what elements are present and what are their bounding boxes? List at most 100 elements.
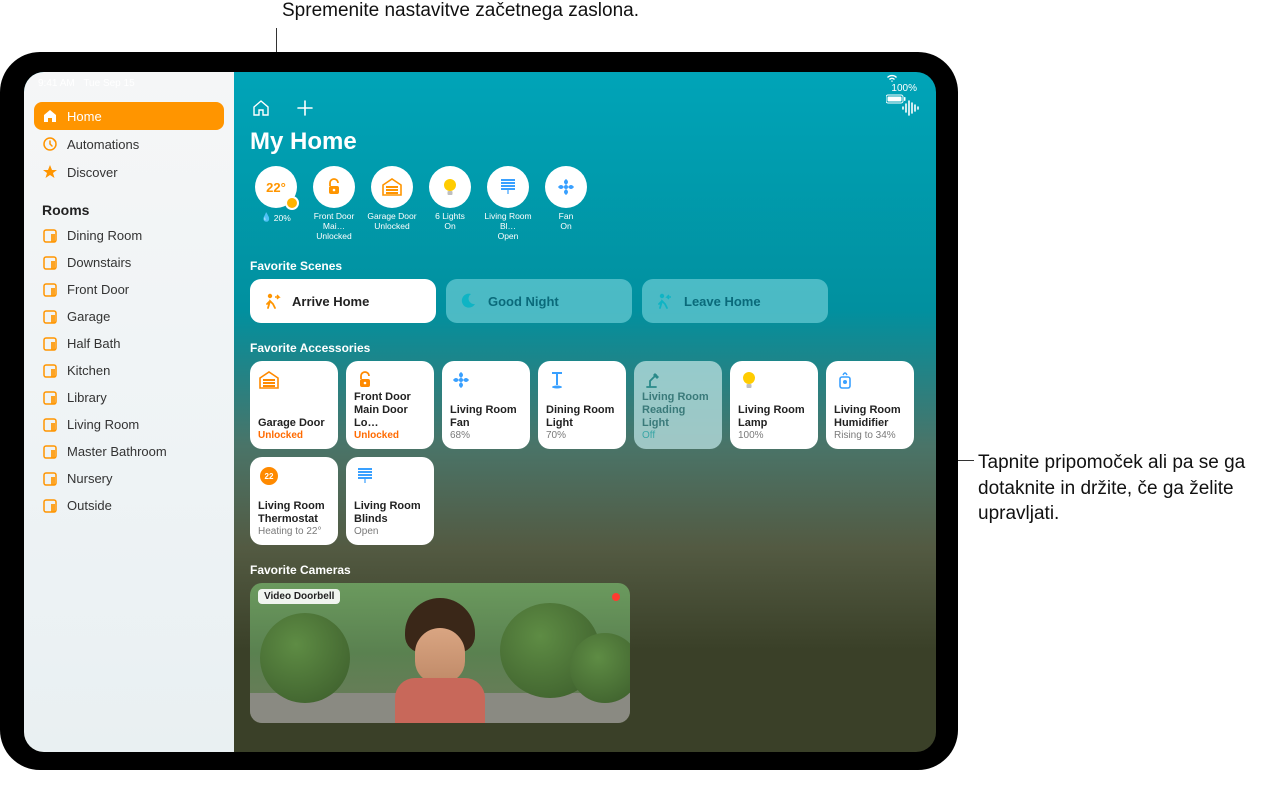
blinds-icon	[487, 166, 529, 208]
room-item-garage[interactable]: Garage	[24, 303, 234, 330]
nav-item-automations[interactable]: Automations	[34, 130, 224, 158]
weather-temp: 22°	[266, 180, 286, 195]
thermo-icon: 22	[258, 465, 280, 487]
garage-icon	[371, 166, 413, 208]
room-item-dining-room[interactable]: Dining Room	[24, 222, 234, 249]
nav-label: Home	[67, 109, 102, 124]
tile-status: Unlocked	[258, 430, 330, 441]
room-item-outside[interactable]: Outside	[24, 492, 234, 519]
room-item-nursery[interactable]: Nursery	[24, 465, 234, 492]
scene-arrive-home[interactable]: Arrive Home	[250, 279, 436, 323]
sun-icon	[285, 196, 299, 210]
room-icon	[42, 417, 58, 433]
weather-humidity: 20%	[274, 213, 291, 223]
camera-scene-person	[395, 613, 485, 723]
lamp-icon	[546, 369, 568, 391]
fan-icon	[450, 369, 472, 391]
callout-top: Spremenite nastavitve začetnega zaslona.	[282, 0, 639, 22]
room-icon	[42, 471, 58, 487]
rooms-header: Rooms	[24, 192, 234, 222]
camera-scene-tree	[260, 613, 350, 703]
battery-icon	[886, 94, 922, 104]
room-icon	[42, 363, 58, 379]
status-battery: 100%	[891, 83, 917, 94]
status-label: Front Door Mai…Unlocked	[308, 212, 360, 241]
room-label: Half Bath	[67, 336, 120, 351]
status-time: 9:41 AM	[38, 78, 75, 89]
bulb-icon	[429, 166, 471, 208]
room-item-kitchen[interactable]: Kitchen	[24, 357, 234, 384]
weather-pill[interactable]: 22° 💧20%	[250, 166, 302, 241]
status-pill-garage[interactable]: Garage DoorUnlocked	[366, 166, 418, 241]
page-title: My Home	[250, 128, 922, 156]
room-icon	[42, 336, 58, 352]
accessory-tile-living-room-thermostat[interactable]: 22Living Room ThermostatHeating to 22°	[250, 457, 338, 545]
callout-right: Tapnite pripomoček ali pa se ga dotaknit…	[978, 450, 1258, 527]
main-content: My Home 22° 💧20% Front Door Mai…Unlocked…	[234, 72, 936, 752]
room-icon	[42, 282, 58, 298]
tile-name: Dining Room Light	[546, 404, 618, 429]
accessory-tile-living-room-humidifier[interactable]: Living Room HumidifierRising to 34%	[826, 361, 914, 449]
tile-name: Front Door Main Door Lo…	[354, 391, 426, 429]
status-bar: 9:41 AM Tue Sep 15 100%	[24, 72, 936, 92]
add-button[interactable]	[294, 97, 316, 119]
drop-icon: 💧	[261, 212, 272, 223]
nav-item-home[interactable]: Home	[34, 102, 224, 130]
scene-label: Arrive Home	[292, 294, 369, 309]
status-pill-bulb[interactable]: 6 LightsOn	[424, 166, 476, 241]
room-label: Kitchen	[67, 363, 110, 378]
room-icon	[42, 498, 58, 514]
room-label: Living Room	[67, 417, 139, 432]
nav-item-discover[interactable]: Discover	[34, 158, 224, 186]
tile-status: 70%	[546, 430, 618, 441]
accessory-tile-living-room-lamp[interactable]: Living Room Lamp100%	[730, 361, 818, 449]
tile-name: Living Room Reading Light	[642, 391, 714, 429]
camera-label: Video Doorbell	[258, 589, 340, 604]
camera-card[interactable]: Video Doorbell	[250, 583, 630, 723]
accessory-tile-dining-room-light[interactable]: Dining Room Light70%	[538, 361, 626, 449]
scene-label: Good Night	[488, 294, 559, 309]
room-label: Downstairs	[67, 255, 131, 270]
room-icon	[42, 444, 58, 460]
tile-status: 68%	[450, 430, 522, 441]
toolbar	[250, 94, 922, 122]
accessory-tile-living-room-reading-light[interactable]: Living Room Reading LightOff	[634, 361, 722, 449]
room-label: Library	[67, 390, 107, 405]
status-pill-blinds[interactable]: Living Room Bl…Open	[482, 166, 534, 241]
accessory-tile-front-door-main-door-lo-[interactable]: Front Door Main Door Lo…Unlocked	[346, 361, 434, 449]
accessory-tile-garage-door[interactable]: Garage DoorUnlocked	[250, 361, 338, 449]
ipad-frame: 9:41 AM Tue Sep 15 100% Home Automations D…	[0, 52, 958, 770]
room-icon	[42, 255, 58, 271]
status-label: FanOn	[559, 212, 574, 232]
status-pill-fan[interactable]: FanOn	[540, 166, 592, 241]
status-date: Tue Sep 15	[83, 78, 134, 89]
room-item-living-room[interactable]: Living Room	[24, 411, 234, 438]
star-icon	[42, 164, 58, 180]
svg-text:22: 22	[265, 472, 274, 481]
accessory-tile-living-room-fan[interactable]: Living Room Fan68%	[442, 361, 530, 449]
accessory-tile-living-room-blinds[interactable]: Living Room BlindsOpen	[346, 457, 434, 545]
tile-name: Living Room Humidifier	[834, 404, 906, 429]
status-pill-lock[interactable]: Front Door Mai…Unlocked	[308, 166, 360, 241]
home-settings-button[interactable]	[250, 97, 272, 119]
scene-good-night[interactable]: Good Night	[446, 279, 632, 323]
clock-icon	[42, 136, 58, 152]
room-label: Front Door	[67, 282, 129, 297]
tile-status: 100%	[738, 430, 810, 441]
room-icon	[42, 390, 58, 406]
person-arrive-icon	[262, 291, 282, 311]
room-item-library[interactable]: Library	[24, 384, 234, 411]
scene-leave-home[interactable]: Leave Home	[642, 279, 828, 323]
nav-label: Discover	[67, 165, 118, 180]
desk-lamp-icon	[642, 369, 664, 391]
room-item-half-bath[interactable]: Half Bath	[24, 330, 234, 357]
garage-icon	[258, 369, 280, 391]
room-icon	[42, 228, 58, 244]
wifi-icon	[886, 73, 922, 83]
cameras-header: Favorite Cameras	[250, 563, 922, 577]
bulb-icon	[738, 369, 760, 391]
lock-icon	[354, 369, 376, 391]
room-item-front-door[interactable]: Front Door	[24, 276, 234, 303]
room-item-downstairs[interactable]: Downstairs	[24, 249, 234, 276]
room-item-master-bathroom[interactable]: Master Bathroom	[24, 438, 234, 465]
